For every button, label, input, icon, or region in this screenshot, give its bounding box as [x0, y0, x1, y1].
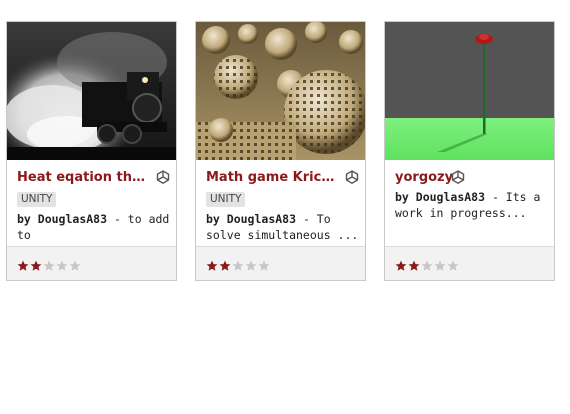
star-filled-icon	[206, 260, 218, 272]
game-title-link[interactable]: Heat eqation the fi...	[17, 169, 149, 187]
star-filled-icon	[30, 260, 42, 272]
star-empty-icon	[69, 260, 81, 272]
game-thumbnail-steam-train[interactable]	[7, 22, 176, 160]
game-description: by DouglasA83 - Its a work in progress..…	[395, 189, 550, 221]
author-name[interactable]: DouglasA83	[227, 212, 296, 226]
author-name[interactable]: DouglasA83	[416, 190, 485, 204]
card-footer	[7, 246, 176, 280]
unity-icon	[450, 169, 466, 185]
card-footer	[385, 246, 554, 280]
author-prefix: by	[17, 212, 38, 226]
card-title-row: Heat eqation the fi...	[17, 169, 171, 189]
star-empty-icon	[434, 260, 446, 272]
star-empty-icon	[56, 260, 68, 272]
star-filled-icon	[408, 260, 420, 272]
game-description: by DouglasA83 - To solve simultaneous ..…	[206, 211, 361, 243]
star-empty-icon	[232, 260, 244, 272]
platform-badge: UNITY	[17, 192, 57, 207]
author-prefix: by	[395, 190, 416, 204]
star-empty-icon	[421, 260, 433, 272]
card-title-row: yorgozy	[395, 169, 546, 189]
platform-badge: UNITY	[206, 192, 246, 207]
author-prefix: by	[206, 212, 227, 226]
star-empty-icon	[43, 260, 55, 272]
game-title-link[interactable]: yorgozy	[395, 169, 453, 187]
unity-icon	[155, 169, 171, 185]
author-name[interactable]: DouglasA83	[38, 212, 107, 226]
star-empty-icon	[447, 260, 459, 272]
game-description: by DouglasA83 - to add to	[17, 211, 172, 243]
unity-icon	[344, 169, 360, 185]
game-thumbnail-flower-scene[interactable]	[385, 22, 554, 160]
game-card[interactable]: Heat eqation the fi... UNITY by DouglasA…	[6, 21, 177, 281]
game-card[interactable]: Math game Kricaza... UNITY by DouglasA83…	[195, 21, 366, 281]
card-title-row: Math game Kricaza...	[206, 169, 360, 189]
game-thumbnail-fractal-spheres[interactable]	[196, 22, 365, 160]
game-card-list: Heat eqation the fi... UNITY by DouglasA…	[0, 0, 570, 414]
star-filled-icon	[17, 260, 29, 272]
star-filled-icon	[395, 260, 407, 272]
rating-stars	[17, 257, 82, 272]
game-title-link[interactable]: Math game Kricaza...	[206, 169, 338, 187]
star-filled-icon	[219, 260, 231, 272]
rating-stars	[206, 257, 271, 272]
star-empty-icon	[258, 260, 270, 272]
game-card[interactable]: yorgozy by DouglasA83 - Its a work in pr…	[384, 21, 555, 281]
star-empty-icon	[245, 260, 257, 272]
card-footer	[196, 246, 365, 280]
rating-stars	[395, 257, 460, 272]
